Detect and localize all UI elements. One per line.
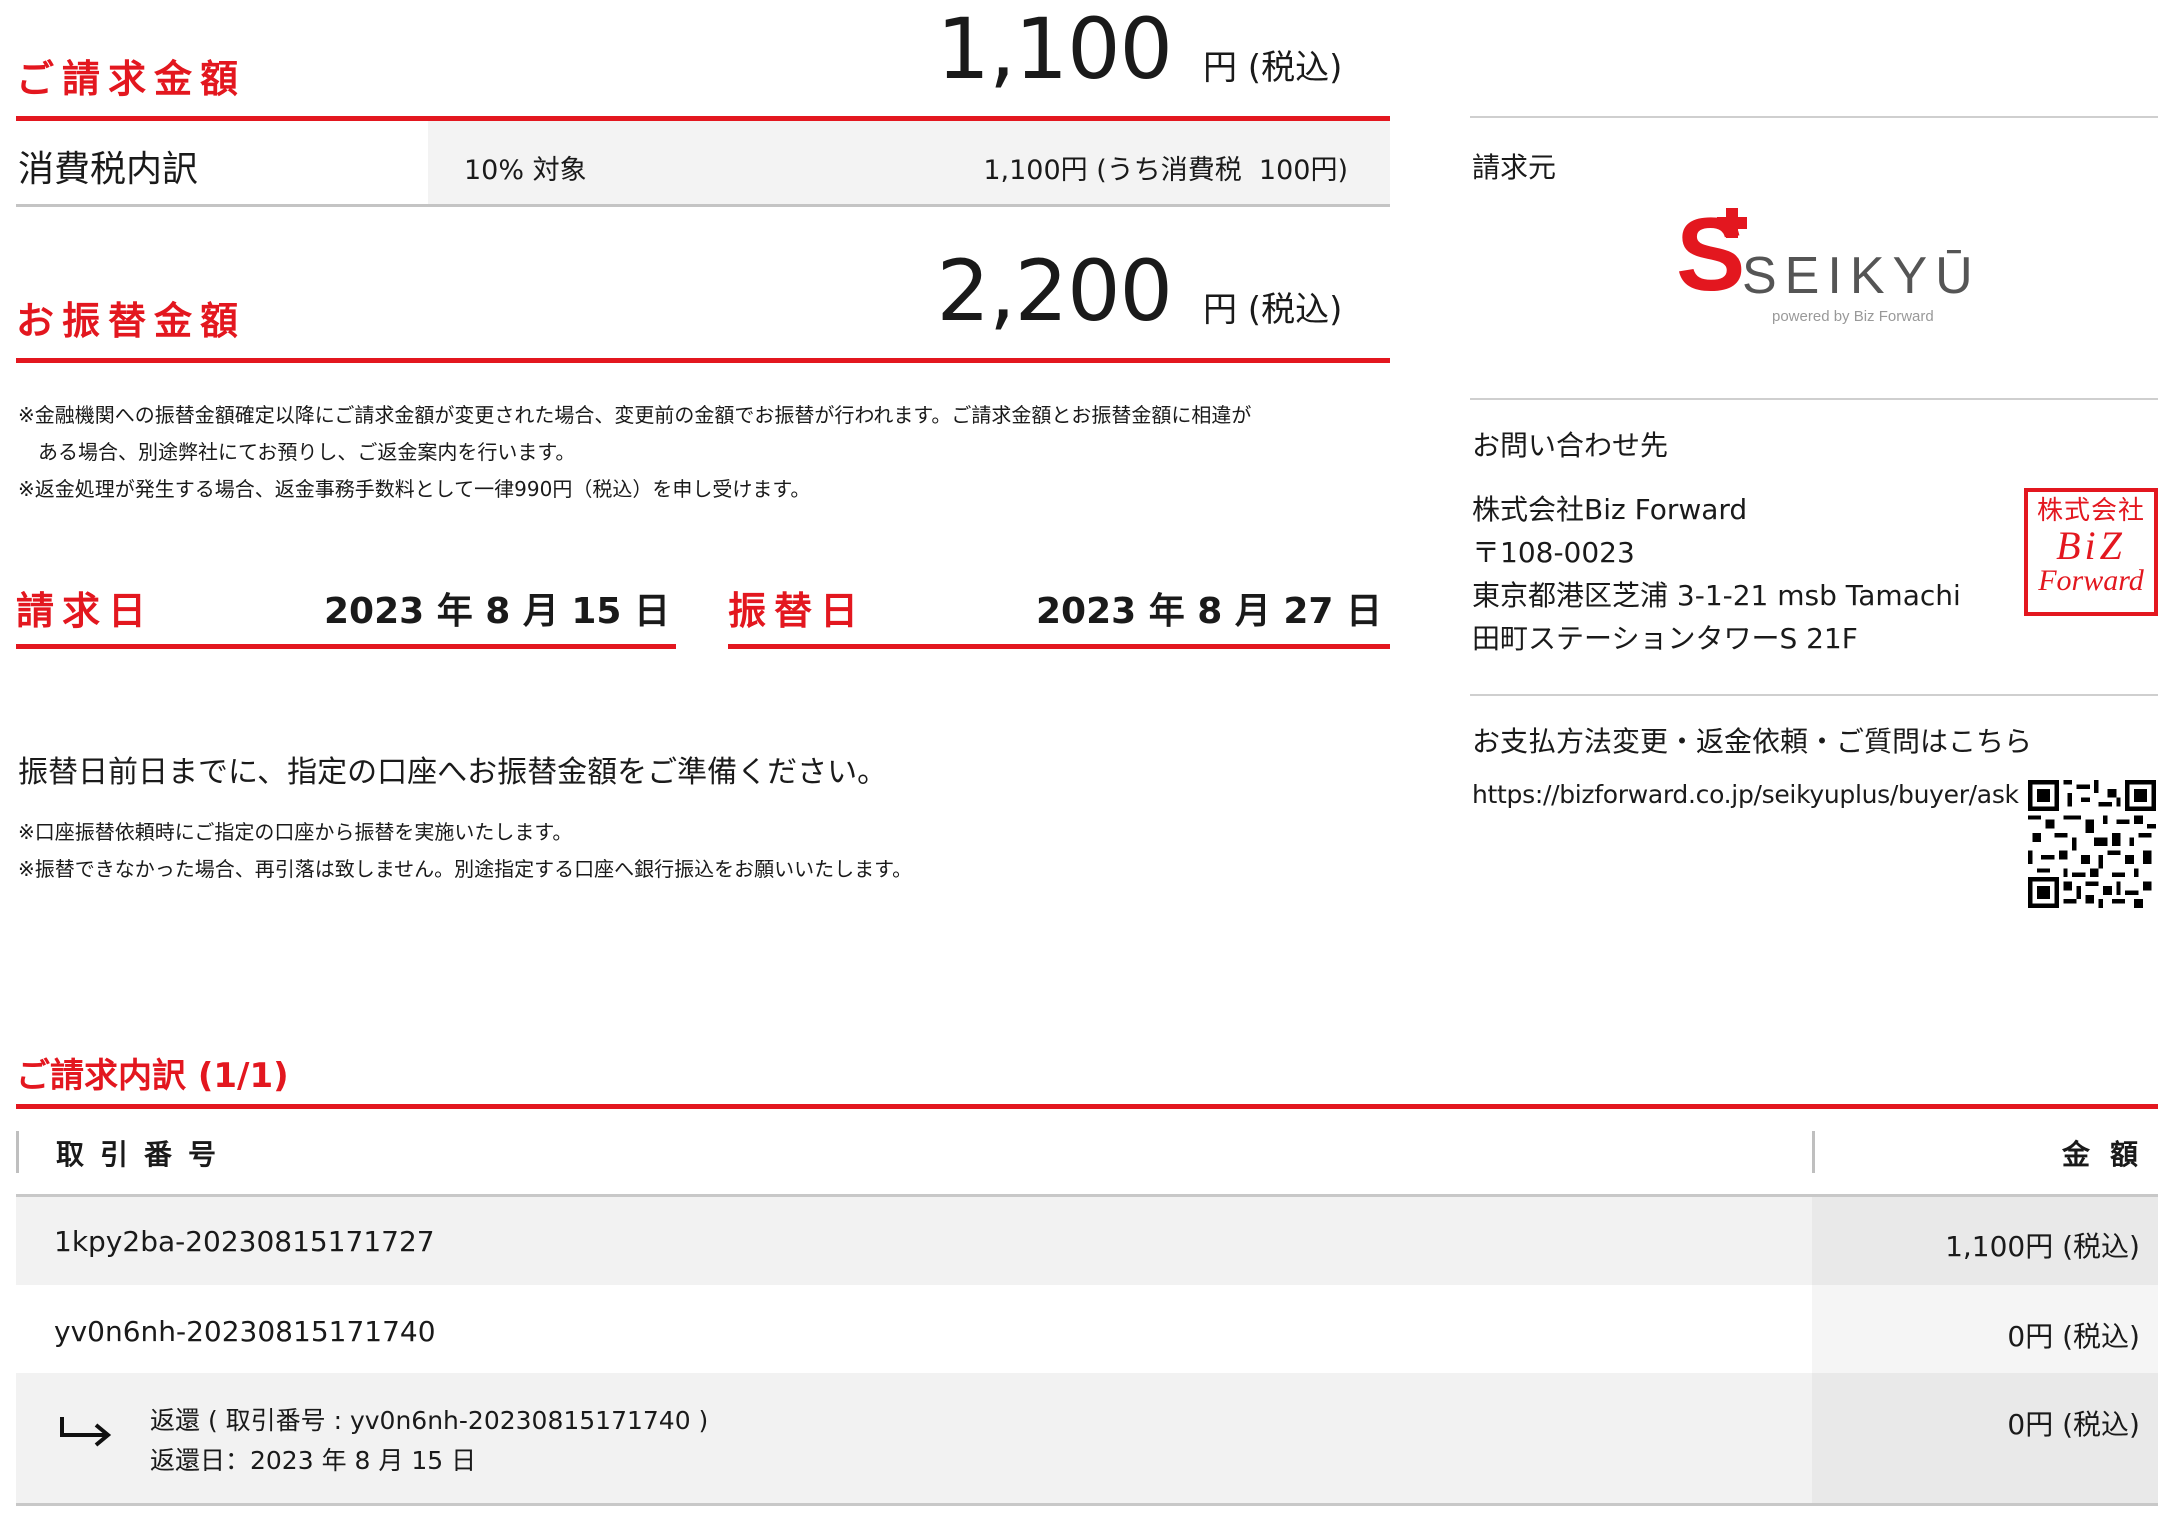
column-header-amount: 金額 <box>2061 1138 2158 1171</box>
address-line-1: 東京都港区芝浦 3-1-21 msb Tamachi <box>1472 579 1961 612</box>
billing-date-label: 請求日 <box>16 589 155 633</box>
prepare-message: 振替日前日までに、指定の口座へお振替金額をご準備ください。 <box>18 755 888 790</box>
note-line: ※振替できなかった場合、再引落は致しません。別途指定する口座へ銀行振込をお願いい… <box>18 857 913 881</box>
header-mid-bar <box>1812 1131 1815 1173</box>
note-line: ※返金処理が発生する場合、返金事務手数料として一律990円（税込）を申し受けます… <box>18 477 811 501</box>
transfer-amount-unit: 円 (税込) <box>1203 290 1343 330</box>
address-line-2: 田町ステーションタワーS 21F <box>1472 622 1858 655</box>
transfer-date-value: 2023 年 8 月 27 日 <box>1035 591 1382 632</box>
tax-detail-text: 1,100円 (うち消費税 100円) <box>983 155 1348 186</box>
billing-amount-label: ご請求金額 <box>16 57 247 101</box>
table-row: yv0n6nh-20230815171740 0円 (税込) <box>16 1285 2158 1373</box>
tax-divider <box>16 204 1390 207</box>
support-url-link[interactable]: https://bizforward.co.jp/seikyuplus/buye… <box>1472 780 2019 809</box>
company-name: 株式会社Biz Forward <box>1472 493 1748 526</box>
billing-amount-value: 1,100 <box>936 0 1173 98</box>
transfer-divider <box>16 358 1390 363</box>
transfer-amount-value: 2,200 <box>936 242 1173 340</box>
note-line: ※口座振替依頼時にご指定の口座から振替を実施いたします。 <box>18 820 573 844</box>
qr-code[interactable] <box>2028 780 2156 908</box>
transaction-id: 1kpy2ba-20230815171727 <box>54 1225 435 1258</box>
transfer-amount-label: お振替金額 <box>16 299 247 343</box>
logo-subtext: powered by Biz Forward <box>1772 308 1934 325</box>
refund-amount: 0円 (税込) <box>2007 1408 2140 1441</box>
transfer-date-divider <box>728 644 1390 649</box>
issuer-label: 請求元 <box>1472 151 1557 184</box>
note-line: ※金融機関への振替金額確定以降にご請求金額が変更された場合、変更前の金額でお振替… <box>18 403 1252 427</box>
table-header-row: 取引番号 金額 <box>16 1109 2158 1195</box>
tax-rate-text: 10% 対象 <box>464 155 587 186</box>
company-address: 株式会社Biz Forward 〒108-0023 東京都港区芝浦 3-1-21… <box>1472 488 2012 660</box>
note-line: ある場合、別途弊社にてお預りし、ご返金案内を行います。 <box>18 440 576 464</box>
seal-text-mid: BiZ <box>2056 523 2126 568</box>
table-row: 1kpy2ba-20230815171727 1,100円 (税込) <box>16 1197 2158 1285</box>
sidebar-mid-divider <box>1470 398 2158 400</box>
refund-description: 返還 ( 取引番号 : yv0n6nh-20230815171740 ) <box>150 1406 709 1435</box>
transfer-date-label: 振替日 <box>728 589 867 633</box>
header-left-bar <box>16 1131 19 1173</box>
logo-text: SEIKYŪ <box>1742 247 1981 305</box>
return-arrow-icon <box>60 1417 112 1447</box>
seal-text-bot: Forward <box>2038 564 2144 597</box>
sidebar-top-divider <box>1470 116 2158 118</box>
refund-row: 返還 ( 取引番号 : yv0n6nh-20230815171740 ) 返還日… <box>16 1373 2158 1503</box>
billing-date-value: 2023 年 8 月 15 日 <box>323 591 670 632</box>
qr-code-icon <box>2028 780 2156 908</box>
billing-date-divider <box>16 644 676 649</box>
transaction-amount: 1,100円 (税込) <box>1945 1230 2140 1263</box>
column-header-transaction-id: 取引番号 <box>56 1138 233 1171</box>
refund-date: 返還日：2023 年 8 月 15 日 <box>150 1446 477 1475</box>
contact-label: お問い合わせ先 <box>1472 429 1669 462</box>
details-title: ご請求内訳 (1/1) <box>16 1056 289 1096</box>
tax-breakdown-label: 消費税内訳 <box>18 149 199 190</box>
transfer-notes: ※金融機関への振替金額確定以降にご請求金額が変更された場合、変更前の金額でお振替… <box>18 397 1398 508</box>
support-label: お支払方法変更・返金依頼・ご質問はこちら <box>1472 725 2033 758</box>
postal-code: 〒108-0023 <box>1472 536 1635 569</box>
sidebar-bottom-divider <box>1470 694 2158 696</box>
transaction-id: yv0n6nh-20230815171740 <box>54 1315 436 1348</box>
table-bottom-rule <box>16 1503 2158 1506</box>
transfer-instructions: ※口座振替依頼時にご指定の口座から振替を実施いたします。 ※振替できなかった場合… <box>18 814 1318 888</box>
billing-amount-unit: 円 (税込) <box>1203 48 1343 88</box>
company-seal: 株式会社 BiZ Forward <box>2024 488 2158 616</box>
transaction-amount: 0円 (税込) <box>2007 1320 2140 1353</box>
seal-text-top: 株式会社 <box>2036 496 2145 525</box>
